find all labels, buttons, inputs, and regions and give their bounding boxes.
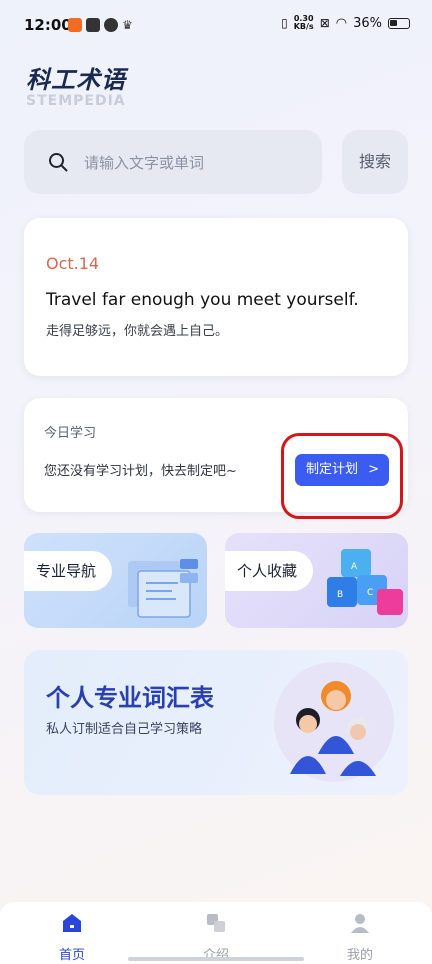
create-plan-label: 制定计划: [306, 462, 359, 477]
major-navigation-card[interactable]: 专业导航: [24, 533, 207, 628]
create-plan-button[interactable]: 制定计划 >: [295, 454, 389, 486]
home-indicator[interactable]: [128, 957, 304, 961]
vocabulary-card[interactable]: 个人专业词汇表 私人订制适合自己学习策略: [24, 650, 408, 795]
puzzle-illustration-icon: A B C: [327, 549, 403, 615]
crown-notification-icon: ♛: [122, 18, 133, 32]
status-right: ▯ 0.30 KB/s ⊠ ◠ 36%: [281, 15, 410, 31]
app-notification-icon: [68, 18, 82, 32]
tab-intro[interactable]: 介绍: [176, 912, 256, 963]
plan-title: 今日学习: [44, 426, 97, 441]
app-logo: 科工术语 STEMPEDIA: [26, 60, 126, 109]
major-navigation-label: 专业导航: [24, 551, 113, 591]
network-speed-unit: KB/s: [293, 22, 314, 31]
search-input[interactable]: 请输入文字或单词: [24, 130, 322, 194]
vibrate-icon: ▯: [281, 16, 288, 30]
vocabulary-title: 个人专业词汇表: [46, 684, 214, 712]
tab-home[interactable]: 首页: [32, 912, 112, 963]
tab-profile-label: 我的: [346, 948, 373, 963]
wifi-icon: ◠: [335, 15, 348, 31]
tab-profile[interactable]: 我的: [320, 912, 400, 963]
sim-off-icon: ⊠: [319, 16, 330, 30]
search-button[interactable]: 搜索: [342, 130, 408, 194]
status-bar: 12:00 ♛ ▯ 0.30 KB/s ⊠ ◠ 36%: [0, 0, 432, 52]
tab-home-label: 首页: [58, 948, 85, 963]
user-icon: [351, 914, 369, 933]
chevron-right-icon: >: [368, 462, 379, 477]
svg-text:B: B: [337, 590, 343, 600]
status-time: 12:00: [24, 16, 72, 34]
plan-description: 您还没有学习计划，快去制定吧~: [44, 464, 237, 479]
svg-text:C: C: [367, 588, 373, 598]
bottom-navigation: 首页 介绍 我的: [0, 902, 432, 964]
search-placeholder: 请输入文字或单词: [84, 154, 205, 172]
logo-title-cn: 科工术语: [26, 66, 126, 94]
check-notification-icon: [104, 18, 118, 32]
battery-icon: [388, 17, 410, 29]
svg-text:A: A: [351, 562, 358, 572]
vocabulary-subtitle: 私人订制适合自己学习策略: [46, 722, 203, 737]
daily-quote-card: Oct.14 Travel far enough you meet yourse…: [24, 218, 408, 376]
study-plan-card: 今日学习 您还没有学习计划，快去制定吧~ 制定计划 >: [24, 398, 408, 512]
quote-date: Oct.14: [46, 254, 100, 273]
translate-icon: [207, 914, 225, 932]
network-speed: 0.30 KB/s: [294, 15, 314, 31]
quote-chinese: 走得足够远，你就会遇上自己。: [46, 324, 229, 339]
home-icon: [63, 914, 81, 932]
people-illustration-icon: [274, 662, 394, 782]
documents-illustration-icon: [128, 559, 198, 618]
notification-icons: ♛: [68, 18, 136, 32]
favorites-label: 个人收藏: [225, 551, 314, 591]
store-notification-icon: [86, 18, 100, 32]
search-icon: [49, 153, 68, 172]
favorites-card[interactable]: 个人收藏 A B C: [225, 533, 408, 628]
logo-title-en: STEMPEDIA: [26, 93, 126, 109]
quote-english: Travel far enough you meet yourself.: [46, 290, 359, 310]
battery-percent: 36%: [353, 15, 382, 31]
